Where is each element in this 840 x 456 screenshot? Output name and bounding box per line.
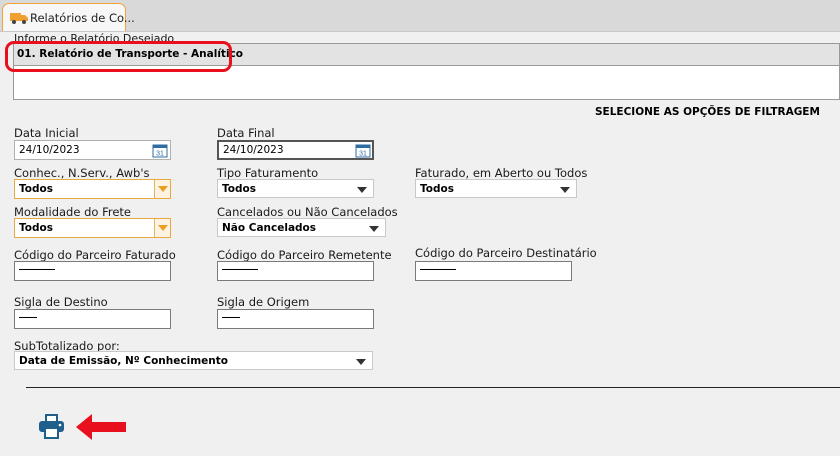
- chevron-down-icon[interactable]: [356, 359, 366, 365]
- arrow-annotation: [76, 414, 126, 440]
- truck-icon: [10, 13, 28, 24]
- data-final-label: Data Final: [217, 126, 275, 140]
- chevron-down-icon[interactable]: [154, 180, 170, 198]
- svg-text:31: 31: [156, 151, 164, 158]
- modalidade-label: Modalidade do Frete: [14, 205, 131, 219]
- input-mask: [19, 317, 37, 318]
- input-mask: [420, 269, 456, 270]
- parceiro-destinatario-label: Código do Parceiro Destinatário: [415, 246, 597, 260]
- subtotalizado-dropdown[interactable]: Data de Emissão, Nº Conhecimento: [14, 351, 373, 370]
- sigla-origem-input[interactable]: [217, 309, 374, 329]
- input-mask: [19, 269, 55, 270]
- data-final-value: 24/10/2023: [223, 144, 284, 156]
- divider: [26, 387, 840, 388]
- input-mask: [222, 269, 258, 270]
- tab-label: Relatórios de Co...: [30, 11, 135, 25]
- parceiro-remetente-input[interactable]: [217, 261, 374, 281]
- data-inicial-value: 24/10/2023: [19, 144, 80, 156]
- chevron-down-icon[interactable]: [369, 226, 379, 232]
- modalidade-value: Todos: [19, 222, 53, 234]
- modalidade-dropdown[interactable]: Todos: [14, 218, 171, 238]
- tipo-faturamento-dropdown[interactable]: Todos: [217, 179, 374, 198]
- data-inicial-field[interactable]: 24/10/2023 31: [14, 140, 171, 160]
- tab-bar: Relatórios de Co...: [0, 0, 840, 32]
- highlight-annotation: [5, 41, 232, 72]
- faturado-label: Faturado, em Aberto ou Todos: [415, 166, 588, 180]
- tipo-faturamento-label: Tipo Faturamento: [217, 166, 319, 180]
- sigla-origem-label: Sigla de Origem: [217, 295, 310, 309]
- chevron-down-icon[interactable]: [357, 187, 367, 193]
- faturado-value: Todos: [420, 183, 454, 195]
- sigla-destino-label: Sigla de Destino: [14, 295, 108, 309]
- svg-text:31: 31: [359, 151, 367, 158]
- chevron-down-icon[interactable]: [154, 219, 170, 237]
- input-mask: [222, 317, 240, 318]
- parceiro-faturado-input[interactable]: [14, 261, 171, 281]
- conhec-dropdown[interactable]: Todos: [14, 179, 171, 199]
- calendar-icon[interactable]: 31: [355, 143, 371, 158]
- parceiro-destinatario-input[interactable]: [415, 261, 572, 281]
- calendar-icon[interactable]: 31: [152, 143, 168, 158]
- cancelados-label: Cancelados ou Não Cancelados: [217, 205, 398, 219]
- tab-relatorios[interactable]: Relatórios de Co...: [2, 3, 135, 31]
- cancelados-dropdown[interactable]: Não Cancelados: [217, 218, 386, 237]
- cancelados-value: Não Cancelados: [222, 222, 317, 234]
- printer-icon[interactable]: [38, 413, 65, 439]
- parceiro-faturado-label: Código do Parceiro Faturado: [14, 248, 176, 262]
- conhec-label: Conhec., N.Serv., Awb's: [14, 166, 150, 180]
- data-final-field[interactable]: 24/10/2023 31: [217, 140, 374, 160]
- faturado-dropdown[interactable]: Todos: [415, 179, 577, 198]
- filter-title: SELECIONE AS OPÇÕES DE FILTRAGEM: [595, 106, 820, 118]
- parceiro-remetente-label: Código do Parceiro Remetente: [217, 248, 392, 262]
- tipo-faturamento-value: Todos: [222, 183, 256, 195]
- chevron-down-icon[interactable]: [560, 187, 570, 193]
- conhec-value: Todos: [19, 183, 53, 195]
- sigla-destino-input[interactable]: [14, 309, 171, 329]
- data-inicial-label: Data Inicial: [14, 126, 79, 140]
- subtotalizado-value: Data de Emissão, Nº Conhecimento: [19, 355, 228, 367]
